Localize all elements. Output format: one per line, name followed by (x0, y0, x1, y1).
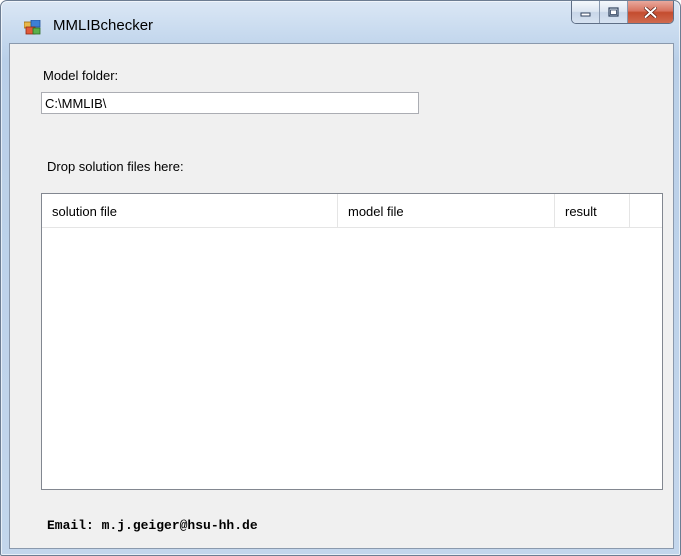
model-folder-input[interactable] (41, 92, 419, 114)
title-bar[interactable]: MMLIBchecker (1, 1, 680, 41)
close-button[interactable] (628, 1, 673, 23)
minimize-button[interactable] (572, 1, 600, 23)
window-title: MMLIBchecker (53, 17, 154, 34)
client-area: Model folder: Drop solution files here: … (9, 43, 674, 549)
column-header-filler (630, 194, 662, 227)
maximize-button[interactable] (600, 1, 628, 23)
model-folder-label: Model folder: (43, 68, 119, 83)
email-label: Email: m.j.geiger@hsu-hh.de (47, 518, 258, 533)
column-header-result[interactable]: result (555, 194, 630, 227)
drop-files-label: Drop solution files here: (47, 159, 184, 174)
window-controls (571, 1, 674, 24)
maximize-icon (608, 7, 619, 17)
app-icon (24, 20, 41, 35)
minimize-icon (580, 12, 591, 16)
app-window: MMLIBchecker Model folder: C:\MMLIB\ Dro… (0, 0, 681, 556)
list-header: solution file model file result (42, 194, 662, 228)
solution-files-list[interactable]: solution file model file result (41, 193, 663, 490)
column-header-solution-file[interactable]: solution file (42, 194, 338, 227)
column-header-model-file[interactable]: model file (338, 194, 555, 227)
close-icon (644, 6, 657, 18)
